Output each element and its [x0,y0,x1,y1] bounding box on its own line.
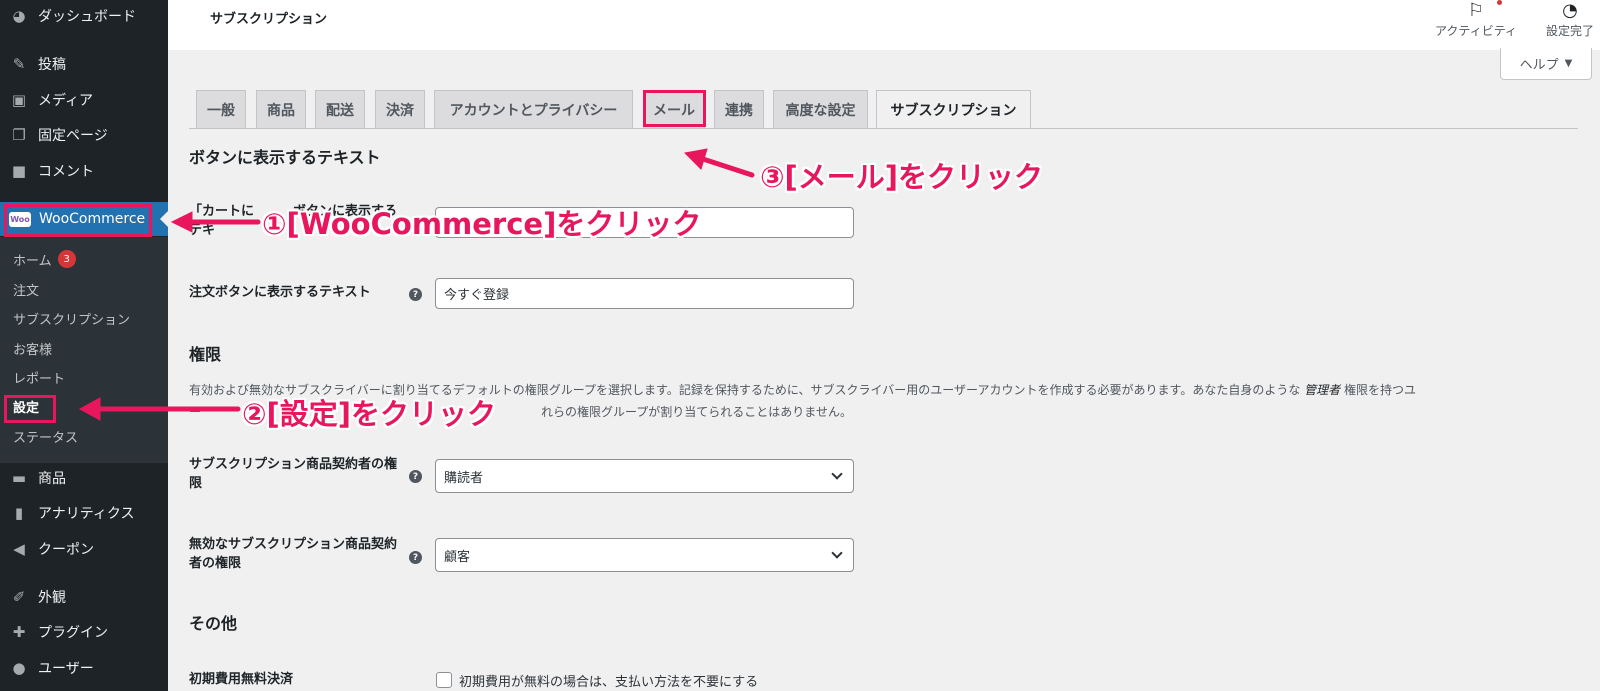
inactive-role-label: 無効なサブスクリプション商品契約者の権限 [189,537,398,571]
page-title: サブスクリプション [210,12,328,27]
submenu-item-customers[interactable]: お客様 [13,337,52,359]
sidebar-item-label: プラグイン [38,625,108,641]
tab-shipping[interactable]: 配送 [315,90,365,128]
sidebar-item-label: ユーザー [38,661,94,677]
sidebar-item-posts[interactable]: ✎ 投稿 [0,47,168,81]
products-icon: ▬ [11,469,27,487]
subscriber-role-value: 購読者 [444,470,484,486]
sidebar-item-plugins[interactable]: ✚ プラグイン [0,615,168,649]
woocommerce-submenu: ホーム 3 注文 サブスクリプション お客様 レポート 設定 ステータス [0,237,168,463]
pages-icon: ❐ [12,126,26,144]
order-button-text-value: 今すぐ登録 [444,288,510,303]
dashboard-icon: ◕ [12,7,26,25]
section-heading-misc: その他 [189,614,238,633]
chevron-down-icon [831,468,843,480]
highlight-settings [4,395,56,423]
activity-button[interactable]: ⚐ アクティビティ [1428,0,1524,39]
sidebar-item-comments[interactable]: ■ コメント [0,154,168,188]
highlight-woocommerce [4,204,152,237]
submenu-item-home[interactable]: ホーム 3 [13,248,76,270]
sidebar-item-pages[interactable]: ❐ 固定ページ [0,118,168,152]
plugin-icon: ✚ [12,623,26,641]
roles-description-text: ー [189,405,202,419]
annotation-step1: ①[WooCommerce]をクリック [262,207,702,241]
order-button-text-input[interactable]: 今すぐ登録 [435,278,854,309]
submenu-item-status[interactable]: ステータス [13,425,78,447]
sidebar-item-label: メディア [38,93,94,109]
roles-description-emphasis: 管理者 [1304,383,1341,397]
tab-integration[interactable]: 連携 [714,90,764,128]
sidebar-item-appearance[interactable]: ✐ 外観 [0,580,168,614]
roles-description-text: れらの権限グループが割り当てられることはありません。 [541,405,852,419]
arrow-head [683,148,708,170]
notification-badge: 3 [57,250,76,268]
current-menu-arrow [160,211,168,227]
progress-circle-icon: ◔ [1562,0,1578,21]
flag-icon: ⚐ [1467,0,1485,21]
setup-button[interactable]: ◔ 設定完了 [1540,0,1600,39]
comment-icon: ■ [11,162,27,180]
submenu-item-reports[interactable]: レポート [13,366,65,388]
analytics-icon: ▮ [14,504,24,522]
sidebar-item-users[interactable]: ● ユーザー [0,651,168,685]
sidebar-item-products[interactable]: ▬ 商品 [0,461,168,495]
subscriber-role-select[interactable]: 購読者 [435,459,854,493]
tab-products[interactable]: 商品 [256,90,306,128]
help-tip-icon[interactable]: ? [409,470,422,483]
setup-label: 設定完了 [1545,24,1594,38]
pin-icon: ✎ [12,55,26,73]
annotation-step3: ③[メール]をクリック [760,160,1044,194]
help-tip-icon[interactable]: ? [409,551,422,564]
help-tip-icon[interactable]: ? [409,288,422,301]
sidebar-item-analytics[interactable]: ▮ アナリティクス [0,496,168,530]
sidebar-item-label: 外観 [38,590,66,606]
free-trial-checkbox[interactable] [436,672,452,688]
highlight-email-tab [643,90,706,127]
media-icon: ▣ [11,91,27,109]
submenu-item-orders[interactable]: 注文 [13,278,39,300]
arrow-email [700,156,755,178]
section-heading-roles: 権限 [189,345,222,364]
tab-subscriptions[interactable]: サブスクリプション [876,90,1031,129]
activity-indicator [1497,0,1502,5]
tab-advanced[interactable]: 高度な設定 [773,90,868,128]
sidebar-item-label: ダッシュボード [38,9,136,25]
sidebar-item-coupons[interactable]: ◀ クーポン [0,532,168,566]
roles-description-text: 権限を持つユ [1344,383,1417,397]
sidebar-item-label: 投稿 [38,57,66,73]
sidebar-item-label: クーポン [38,542,94,558]
free-trial-checkbox-label: 初期費用が無料の場合は、支払い方法を不要にする [459,675,759,690]
coupon-icon: ◀ [13,540,25,558]
sidebar-item-dashboard[interactable]: ◕ ダッシュボード [0,0,168,32]
sidebar-item-media[interactable]: ▣ メディア [0,83,168,117]
help-label: ヘルプ [1519,58,1559,73]
submenu-item-subscriptions[interactable]: サブスクリプション [13,307,130,329]
annotation-step2: ②[設定]をクリック [242,397,497,431]
inactive-role-value: 顧客 [444,549,471,565]
sidebar-item-label: 固定ページ [38,128,108,144]
chevron-down-icon [831,547,843,559]
tab-divider [189,128,1578,129]
top-header: サブスクリプション ⚐ アクティビティ ◔ 設定完了 [168,0,1600,50]
user-icon: ● [12,659,26,677]
order-button-text-label: 注文ボタンに表示するテキスト [189,285,371,300]
help-button[interactable]: ヘルプ ▼ [1500,48,1592,80]
admin-sidebar: ◕ ダッシュボード ✎ 投稿 ▣ メディア ❐ 固定ページ ■ コメント Woo… [0,0,168,691]
sidebar-item-label: アナリティクス [38,506,135,522]
inactive-role-select[interactable]: 顧客 [435,538,854,572]
section-heading-button-text: ボタンに表示するテキスト [189,148,381,167]
activity-label: アクティビティ [1435,24,1517,38]
sidebar-item-label: コメント [38,164,94,180]
free-trial-label: 初期費用無料決済 [189,672,294,687]
caret-down-icon: ▼ [1564,58,1573,69]
tab-payments[interactable]: 決済 [375,90,425,128]
submenu-item-label: ホーム [13,253,52,269]
tab-general[interactable]: 一般 [196,90,246,128]
tab-accounts-privacy[interactable]: アカウントとプライバシー [434,90,633,128]
appearance-icon: ✐ [12,588,26,606]
sidebar-item-label: 商品 [38,471,66,487]
subscriber-role-label: サブスクリプション商品契約者の権限 [189,457,398,491]
